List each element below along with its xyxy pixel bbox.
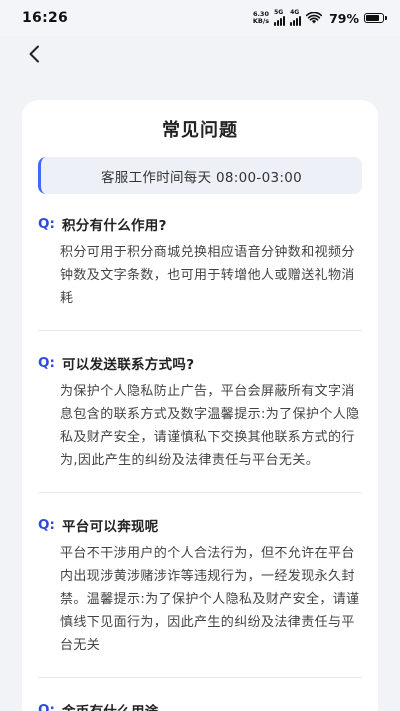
service-hours-banner: 客服工作时间每天 08:00-03:00 — [38, 157, 362, 194]
faq-question[interactable]: Q: 积分有什么作用? — [38, 214, 362, 234]
battery-icon — [364, 13, 387, 23]
q-mark: Q: — [38, 702, 55, 711]
answer-text: 为保护个人隐私防止广告，平台会屏蔽所有文字消息包含的联系方式及数字温馨提示:为了… — [60, 384, 360, 468]
chevron-left-icon — [29, 45, 39, 63]
question-text: 可以发送联系方式吗? — [62, 357, 195, 373]
network-speed-unit: KB/s — [252, 17, 270, 25]
wifi-icon — [306, 12, 323, 24]
signal-5g-label: 5G — [274, 9, 284, 16]
battery-percent: 79% — [329, 10, 359, 26]
network-speed: 6.30 KB/s — [253, 11, 269, 25]
page-title: 常见问题 — [162, 120, 238, 141]
q-mark: Q: — [38, 216, 55, 232]
nav-bar — [0, 36, 400, 72]
faq-item: Q: 金币有什么用途 — [38, 700, 362, 711]
faq-item: Q: 平台可以奔现呢 平台不干涉用户的个人合法行为，但不允许在平台内出现涉黄涉赌… — [38, 515, 362, 678]
question-text: 平台可以奔现呢 — [62, 519, 159, 535]
status-time: 16:26 — [22, 10, 69, 26]
faq-item: Q: 可以发送联系方式吗? 为保护个人隐私防止广告，平台会屏蔽所有文字消息包含的… — [38, 353, 362, 493]
q-mark: Q: — [38, 517, 55, 533]
status-icons: 6.30 KB/s 5G 4G 79% — [253, 9, 387, 26]
question-text: 积分有什么作用? — [62, 218, 167, 234]
faq-item: Q: 积分有什么作用? 积分可用于积分商城兑换相应语音分钟数和视频分钟数及文字条… — [38, 214, 362, 331]
faq-card: 常见问题 客服工作时间每天 08:00-03:00 Q: 积分有什么作用? 积分… — [22, 100, 378, 711]
back-button[interactable] — [12, 36, 56, 72]
faq-question[interactable]: Q: 金币有什么用途 — [38, 700, 362, 711]
faq-question[interactable]: Q: 平台可以奔现呢 — [38, 515, 362, 535]
status-bar: 16:26 6.30 KB/s 5G 4G 79% — [0, 0, 400, 36]
signal-5g-icon: 5G — [274, 9, 286, 26]
signal-4g-icon: 4G — [290, 9, 302, 26]
signal-4g-label: 4G — [290, 9, 300, 16]
q-mark: Q: — [38, 355, 55, 371]
answer-text: 平台不干涉用户的个人合法行为，但不允许在平台内出现涉黄涉赌涉诈等违规行为，一经发… — [60, 546, 360, 653]
question-text: 金币有什么用途 — [62, 700, 159, 711]
faq-list: Q: 积分有什么作用? 积分可用于积分商城兑换相应语音分钟数和视频分钟数及文字条… — [38, 214, 362, 711]
answer-text: 积分可用于积分商城兑换相应语音分钟数和视频分钟数及文字条数，也可用于转增他人或赠… — [60, 245, 355, 306]
faq-question[interactable]: Q: 可以发送联系方式吗? — [38, 353, 362, 373]
